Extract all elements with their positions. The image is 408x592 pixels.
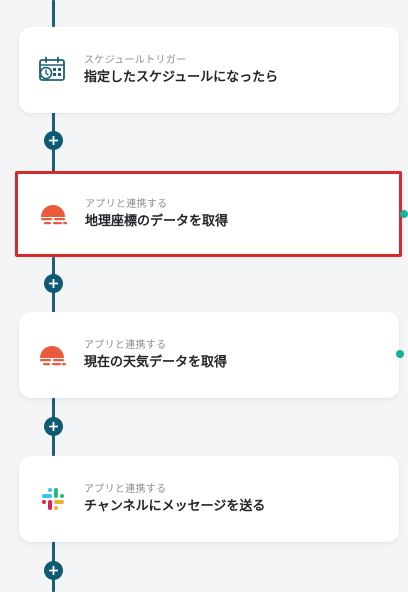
openweather-sun-icon <box>37 199 71 229</box>
openweather-sun-icon <box>36 340 70 370</box>
step-title: 指定したスケジュールになったら <box>84 70 279 85</box>
plus-icon <box>49 136 58 145</box>
schedule-calendar-icon <box>36 55 70 85</box>
connection-handle[interactable] <box>396 350 404 358</box>
step-title: 現在の天気データを取得 <box>84 355 228 370</box>
flow-step-card[interactable]: アプリと連携する チャンネルにメッセージを送る <box>19 456 399 542</box>
step-type-label: アプリと連携する <box>85 199 168 210</box>
connector-line <box>52 0 55 27</box>
plus-icon <box>49 566 58 575</box>
add-step-button[interactable] <box>44 561 63 580</box>
step-type-label: アプリと連携する <box>84 484 167 495</box>
flow-step-card-selected[interactable]: アプリと連携する 地理座標のデータを取得 <box>15 171 408 257</box>
add-step-button[interactable] <box>44 417 63 436</box>
flow-step-card[interactable]: アプリと連携する 現在の天気データを取得 <box>19 312 404 398</box>
step-type-label: スケジュールトリガー <box>84 55 187 66</box>
flow-step-card[interactable]: スケジュールトリガー 指定したスケジュールになったら <box>19 27 399 113</box>
step-title: 地理座標のデータを取得 <box>85 214 229 229</box>
plus-icon <box>49 422 58 431</box>
add-step-button[interactable] <box>44 131 63 150</box>
connection-handle[interactable] <box>400 210 408 218</box>
plus-icon <box>49 279 58 288</box>
step-title: チャンネルにメッセージを送る <box>84 499 266 514</box>
slack-icon <box>36 484 70 514</box>
add-step-button[interactable] <box>44 274 63 293</box>
step-type-label: アプリと連携する <box>84 340 167 351</box>
